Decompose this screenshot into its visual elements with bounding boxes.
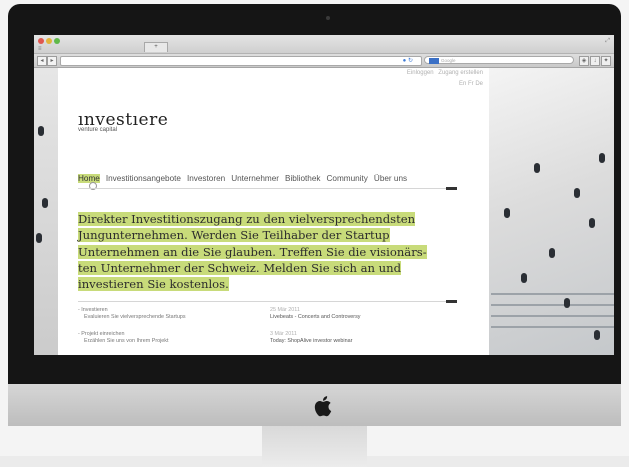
person-figure	[549, 248, 555, 258]
stair-line	[491, 315, 614, 317]
person-figure	[504, 208, 510, 218]
list-item[interactable]: - Investieren Evaluieren Sie vielverspre…	[78, 307, 186, 321]
headline-line: ten Unternehmer der Schweiz. Melden Sie …	[78, 260, 402, 275]
news-date: 3 Mär 2011	[270, 331, 297, 337]
address-bar[interactable]: ● ↻	[60, 56, 422, 66]
person-figure	[38, 126, 44, 136]
site-tagline: venture capital	[78, 127, 118, 133]
content-divider	[78, 301, 457, 302]
news-date: 25 Mär 2011	[270, 307, 300, 313]
stair-line	[491, 326, 614, 328]
headline-line: Direkter Investitionszugang zu den vielv…	[78, 212, 416, 226]
main-nav: Home Investitionsangebote Investoren Untern…	[78, 174, 457, 183]
person-figure	[599, 153, 605, 163]
camera-icon	[326, 16, 330, 20]
reload-icon[interactable]: ● ↻	[403, 57, 413, 65]
item-title: Investieren	[81, 307, 108, 313]
nav-investitionsangebote[interactable]: Investitionsangebote	[106, 174, 181, 183]
login-link[interactable]: Einloggen	[407, 70, 434, 76]
monitor-stand	[262, 426, 367, 467]
person-figure	[574, 188, 580, 198]
person-figure	[564, 298, 570, 308]
menu-icon[interactable]: ≡	[38, 46, 42, 52]
nav-divider	[78, 188, 457, 189]
headline-line: Unternehmen an die Sie glauben. Treffen …	[78, 244, 427, 259]
minimize-icon[interactable]	[46, 38, 52, 44]
news-title: Today: ShopAlive investor webinar	[270, 338, 353, 344]
item-desc: Erzählen Sie uns von Ihrem Projekt	[84, 338, 169, 344]
browser-titlebar: ≡ + ⤢	[34, 35, 614, 54]
headline-line: investieren Sie kostenlos.	[78, 277, 229, 292]
back-icon[interactable]: ◂	[37, 56, 47, 66]
person-figure	[36, 233, 42, 243]
action-list: - Investieren Evaluieren Sie vielverspre…	[78, 307, 186, 355]
nav-unternehmer[interactable]: Unternehmer	[231, 174, 279, 183]
person-figure	[589, 218, 595, 228]
content-accent	[446, 300, 457, 303]
person-figure	[521, 273, 527, 283]
item-title: Projekt einreichen	[81, 331, 125, 337]
headline-line: Jungunternehmen. Werden Sie Teilhaber de…	[78, 228, 390, 243]
nav-ueber-uns[interactable]: Über uns	[374, 174, 407, 183]
account-links: Einloggen Zugang erstellen	[404, 70, 483, 76]
item-desc: Evaluieren Sie vielversprechende Startup…	[84, 314, 186, 320]
stair-line	[491, 304, 614, 306]
download-icon[interactable]: ↓	[590, 56, 600, 66]
language-switcher[interactable]: En Fr De	[459, 81, 483, 87]
list-item[interactable]: - Projekt einreichen Erzählen Sie uns vo…	[78, 331, 186, 345]
nav-home[interactable]: Home	[78, 174, 100, 183]
forward-icon[interactable]: ▸	[47, 56, 57, 66]
bookmark-icon[interactable]: ◈	[579, 56, 589, 66]
new-tab-button[interactable]: +	[144, 42, 168, 52]
extensions-icon[interactable]: ✦	[601, 56, 611, 66]
person-figure	[534, 163, 540, 173]
apple-logo-icon	[314, 396, 332, 417]
hero-headline: Direkter Investitionszugang zu den vielv…	[78, 211, 458, 292]
news-item[interactable]: 3 Mär 2011 Today: ShopAlive investor web…	[270, 331, 361, 345]
zoom-icon[interactable]	[54, 38, 60, 44]
main-content: Einloggen Zugang erstellen En Fr De ınve…	[58, 68, 489, 355]
fullscreen-icon[interactable]: ⤢	[605, 38, 610, 45]
nav-investoren[interactable]: Investoren	[187, 174, 225, 183]
screen: ≡ + ⤢ ◂ ▸ ● ↻ Google ◈ ↓ ✦ Einloggen Zug…	[34, 35, 614, 355]
nav-accent	[446, 187, 457, 190]
person-figure	[594, 330, 600, 340]
register-link[interactable]: Zugang erstellen	[438, 70, 483, 76]
search-engine-icon[interactable]	[429, 58, 439, 64]
background-photo-left	[34, 68, 58, 355]
web-page: Einloggen Zugang erstellen En Fr De ınve…	[34, 68, 614, 355]
nav-bibliothek[interactable]: Bibliothek	[285, 174, 321, 183]
news-list: 25 Mär 2011 Livebeats - Concerts and Con…	[270, 307, 361, 355]
news-item[interactable]: 25 Mär 2011 Livebeats - Concerts and Con…	[270, 307, 361, 321]
person-figure	[42, 198, 48, 208]
stair-line	[491, 293, 614, 295]
news-title: Livebeats - Concerts and Controversy	[270, 314, 361, 320]
browser-toolbar: ◂ ▸ ● ↻ Google ◈ ↓ ✦	[34, 54, 614, 68]
nav-community[interactable]: Community	[327, 174, 368, 183]
close-icon[interactable]	[38, 38, 44, 44]
search-input[interactable]: Google	[424, 56, 574, 64]
